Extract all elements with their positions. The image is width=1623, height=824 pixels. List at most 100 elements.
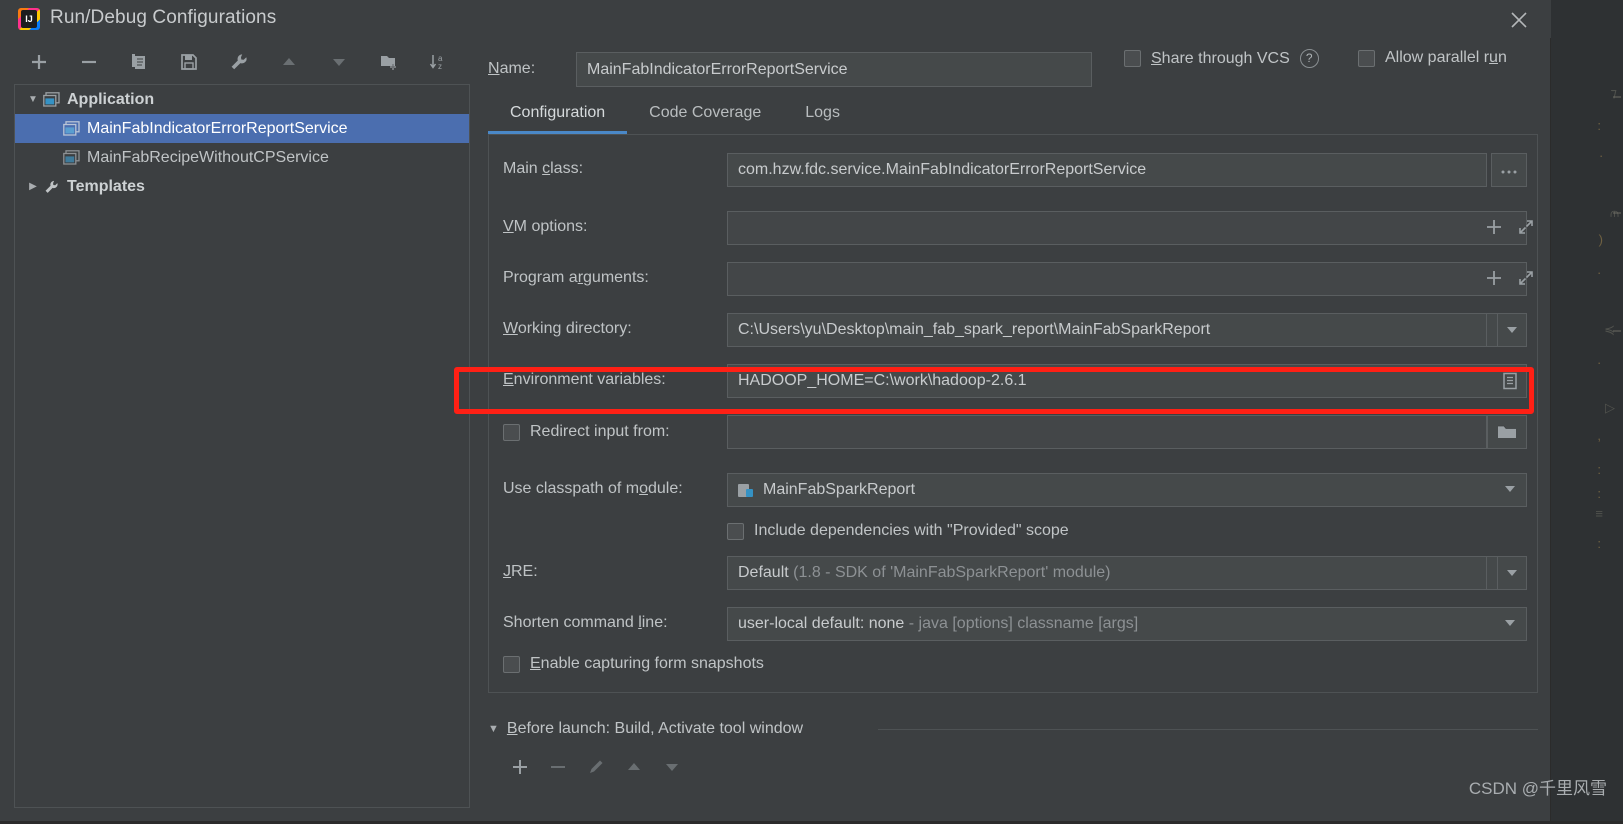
include-provided-scope-row: Include dependencies with "Provided" sco… bbox=[727, 517, 1623, 545]
environment-variables-document-list-icon[interactable] bbox=[1493, 364, 1527, 398]
before-launch-divider bbox=[878, 729, 1538, 730]
application-icon bbox=[63, 150, 85, 165]
share-through-vcs-group: Share through VCS ? bbox=[1124, 49, 1319, 68]
before-launch-title: Before launch: Build, Activate tool wind… bbox=[507, 720, 803, 738]
tab-configuration[interactable]: Configuration bbox=[488, 96, 627, 134]
tree-item-mainfabrecipewithoutcpservice[interactable]: MainFabRecipeWithoutCPService bbox=[15, 143, 469, 172]
vm-options-label: VM options: bbox=[503, 218, 587, 236]
tab-code-coverage[interactable]: Code Coverage bbox=[627, 96, 783, 134]
redirect-input-checkbox[interactable] bbox=[503, 424, 520, 441]
working-directory-row: Working directory: C:\Users\yu\Desktop\m… bbox=[489, 313, 1539, 347]
background-text: : bbox=[1597, 486, 1601, 501]
main-class-label: Main class: bbox=[503, 160, 583, 178]
intellij-idea-logo-icon bbox=[18, 8, 40, 30]
remove-configuration-button[interactable] bbox=[72, 46, 106, 78]
shorten-command-line-value-hint: - java [options] classname [args] bbox=[909, 615, 1138, 632]
allow-parallel-run-group: Allow parallel run bbox=[1358, 49, 1507, 67]
tree-item-templates[interactable]: ▶ Templates bbox=[15, 172, 469, 201]
close-icon[interactable] bbox=[1503, 4, 1535, 34]
tree-item-mainfabindicatorerrorreportservice[interactable]: MainFabIndicatorErrorReportService bbox=[15, 114, 469, 143]
allow-parallel-run-label[interactable]: Allow parallel run bbox=[1385, 49, 1507, 67]
jre-value: Default bbox=[738, 564, 789, 581]
main-class-browse-button[interactable] bbox=[1491, 153, 1527, 187]
enable-capturing-form-snapshots-label[interactable]: Enable capturing form snapshots bbox=[530, 655, 764, 673]
dialog-titlebar: Run/Debug Configurations bbox=[0, 0, 1551, 38]
chevron-right-icon[interactable]: ▶ bbox=[23, 181, 43, 192]
configurations-tree-panel: a z ▼ Application bbox=[14, 42, 470, 808]
jre-combobox[interactable]: Default (1.8 - SDK of 'MainFabSparkRepor… bbox=[727, 556, 1487, 590]
vm-options-row: VM options: bbox=[489, 211, 1539, 245]
working-directory-dropdown-button[interactable] bbox=[1497, 313, 1527, 347]
move-up-button[interactable] bbox=[272, 46, 306, 78]
background-text: . bbox=[1599, 145, 1603, 160]
program-arguments-input[interactable] bbox=[727, 262, 1527, 296]
tree-item-label: MainFabRecipeWithoutCPService bbox=[85, 149, 329, 167]
chevron-down-icon[interactable]: ▼ bbox=[488, 723, 499, 735]
editor-tabs: Configuration Code Coverage Logs bbox=[488, 96, 1538, 134]
tree-item-label: Templates bbox=[65, 178, 145, 196]
working-directory-input[interactable]: C:\Users\yu\Desktop\main_fab_spark_repor… bbox=[727, 313, 1487, 347]
vm-options-input[interactable] bbox=[727, 211, 1527, 245]
application-icon bbox=[43, 92, 65, 107]
environment-variables-input[interactable]: HADOOP_HOME=C:\work\hadoop-2.6.1 bbox=[727, 364, 1527, 398]
chevron-down-icon[interactable]: ▼ bbox=[23, 94, 43, 105]
before-launch-section: ▼ Before launch: Build, Activate tool wi… bbox=[488, 714, 1538, 824]
share-through-vcs-checkbox[interactable] bbox=[1124, 50, 1141, 67]
background-text: . bbox=[1597, 352, 1601, 367]
allow-parallel-run-checkbox[interactable] bbox=[1358, 50, 1375, 67]
edit-task-pencil-icon[interactable] bbox=[578, 750, 614, 784]
move-task-up-button[interactable] bbox=[616, 750, 652, 784]
redirect-input-field[interactable] bbox=[727, 415, 1487, 449]
before-launch-toolbar bbox=[488, 750, 1538, 786]
vm-options-macro-plus-icon[interactable] bbox=[1477, 211, 1511, 245]
background-text: ▷ bbox=[1605, 400, 1615, 416]
use-classpath-of-module-combobox[interactable]: MainFabSparkReport bbox=[727, 473, 1527, 507]
add-task-button[interactable] bbox=[502, 750, 538, 784]
redirect-input-label[interactable]: Redirect input from: bbox=[530, 423, 670, 441]
program-arguments-macro-plus-icon[interactable] bbox=[1477, 262, 1511, 296]
name-input[interactable] bbox=[576, 52, 1092, 87]
help-circle-icon[interactable]: ? bbox=[1300, 49, 1319, 68]
tree-item-label: Application bbox=[65, 91, 154, 109]
save-configuration-button[interactable] bbox=[172, 46, 206, 78]
program-arguments-label: Program arguments: bbox=[503, 269, 649, 287]
background-text: : bbox=[1597, 118, 1601, 133]
edit-templates-wrench-icon[interactable] bbox=[222, 46, 256, 78]
environment-variables-row: Environment variables: HADOOP_HOME=C:\wo… bbox=[489, 364, 1539, 398]
use-classpath-of-module-value: MainFabSparkReport bbox=[763, 474, 915, 506]
shorten-command-line-label: Shorten command line: bbox=[503, 614, 668, 632]
move-task-down-button[interactable] bbox=[654, 750, 690, 784]
remove-task-button[interactable] bbox=[540, 750, 576, 784]
jre-label: JRE: bbox=[503, 563, 538, 581]
new-folder-icon[interactable] bbox=[372, 46, 406, 78]
configurations-tree[interactable]: ▼ Application bbox=[14, 84, 470, 808]
include-provided-scope-checkbox[interactable] bbox=[727, 523, 744, 540]
jre-dropdown-button[interactable] bbox=[1497, 556, 1527, 590]
move-down-button[interactable] bbox=[322, 46, 356, 78]
shorten-command-line-combobox[interactable]: user-local default: none - java [options… bbox=[727, 607, 1527, 641]
share-through-vcs-label[interactable]: Share through VCS bbox=[1151, 50, 1290, 68]
sort-az-icon[interactable]: a z bbox=[422, 46, 456, 78]
application-icon bbox=[63, 121, 85, 136]
use-classpath-of-module-chevron-down-icon[interactable] bbox=[1493, 473, 1527, 507]
tree-toolbar: a z bbox=[14, 42, 470, 84]
watermark: CSDN @千里风雪 bbox=[1469, 774, 1607, 799]
jre-row: JRE: Default (1.8 - SDK of 'MainFabSpark… bbox=[489, 556, 1539, 590]
dialog-title: Run/Debug Configurations bbox=[50, 7, 276, 29]
background-text: ) bbox=[1599, 232, 1603, 247]
main-class-input[interactable]: com.hzw.fdc.service.MainFabIndicatorErro… bbox=[727, 153, 1487, 187]
program-arguments-expand-icon[interactable] bbox=[1509, 262, 1543, 296]
add-configuration-button[interactable] bbox=[22, 46, 56, 78]
main-class-row: Main class: com.hzw.fdc.service.MainFabI… bbox=[489, 153, 1539, 187]
vm-options-expand-icon[interactable] bbox=[1509, 211, 1543, 245]
enable-capturing-form-snapshots-checkbox[interactable] bbox=[503, 656, 520, 673]
tab-logs[interactable]: Logs bbox=[783, 96, 862, 134]
copy-configuration-button[interactable] bbox=[122, 46, 156, 78]
redirect-input-folder-icon[interactable] bbox=[1487, 415, 1527, 449]
shorten-command-line-chevron-down-icon[interactable] bbox=[1493, 607, 1527, 641]
tree-item-label: MainFabIndicatorErrorReportService bbox=[85, 120, 348, 138]
jre-value-hint: (1.8 - SDK of 'MainFabSparkReport' modul… bbox=[793, 564, 1110, 581]
include-provided-scope-label[interactable]: Include dependencies with "Provided" sco… bbox=[754, 522, 1069, 540]
tree-item-application[interactable]: ▼ Application bbox=[15, 85, 469, 114]
module-icon bbox=[738, 483, 755, 498]
